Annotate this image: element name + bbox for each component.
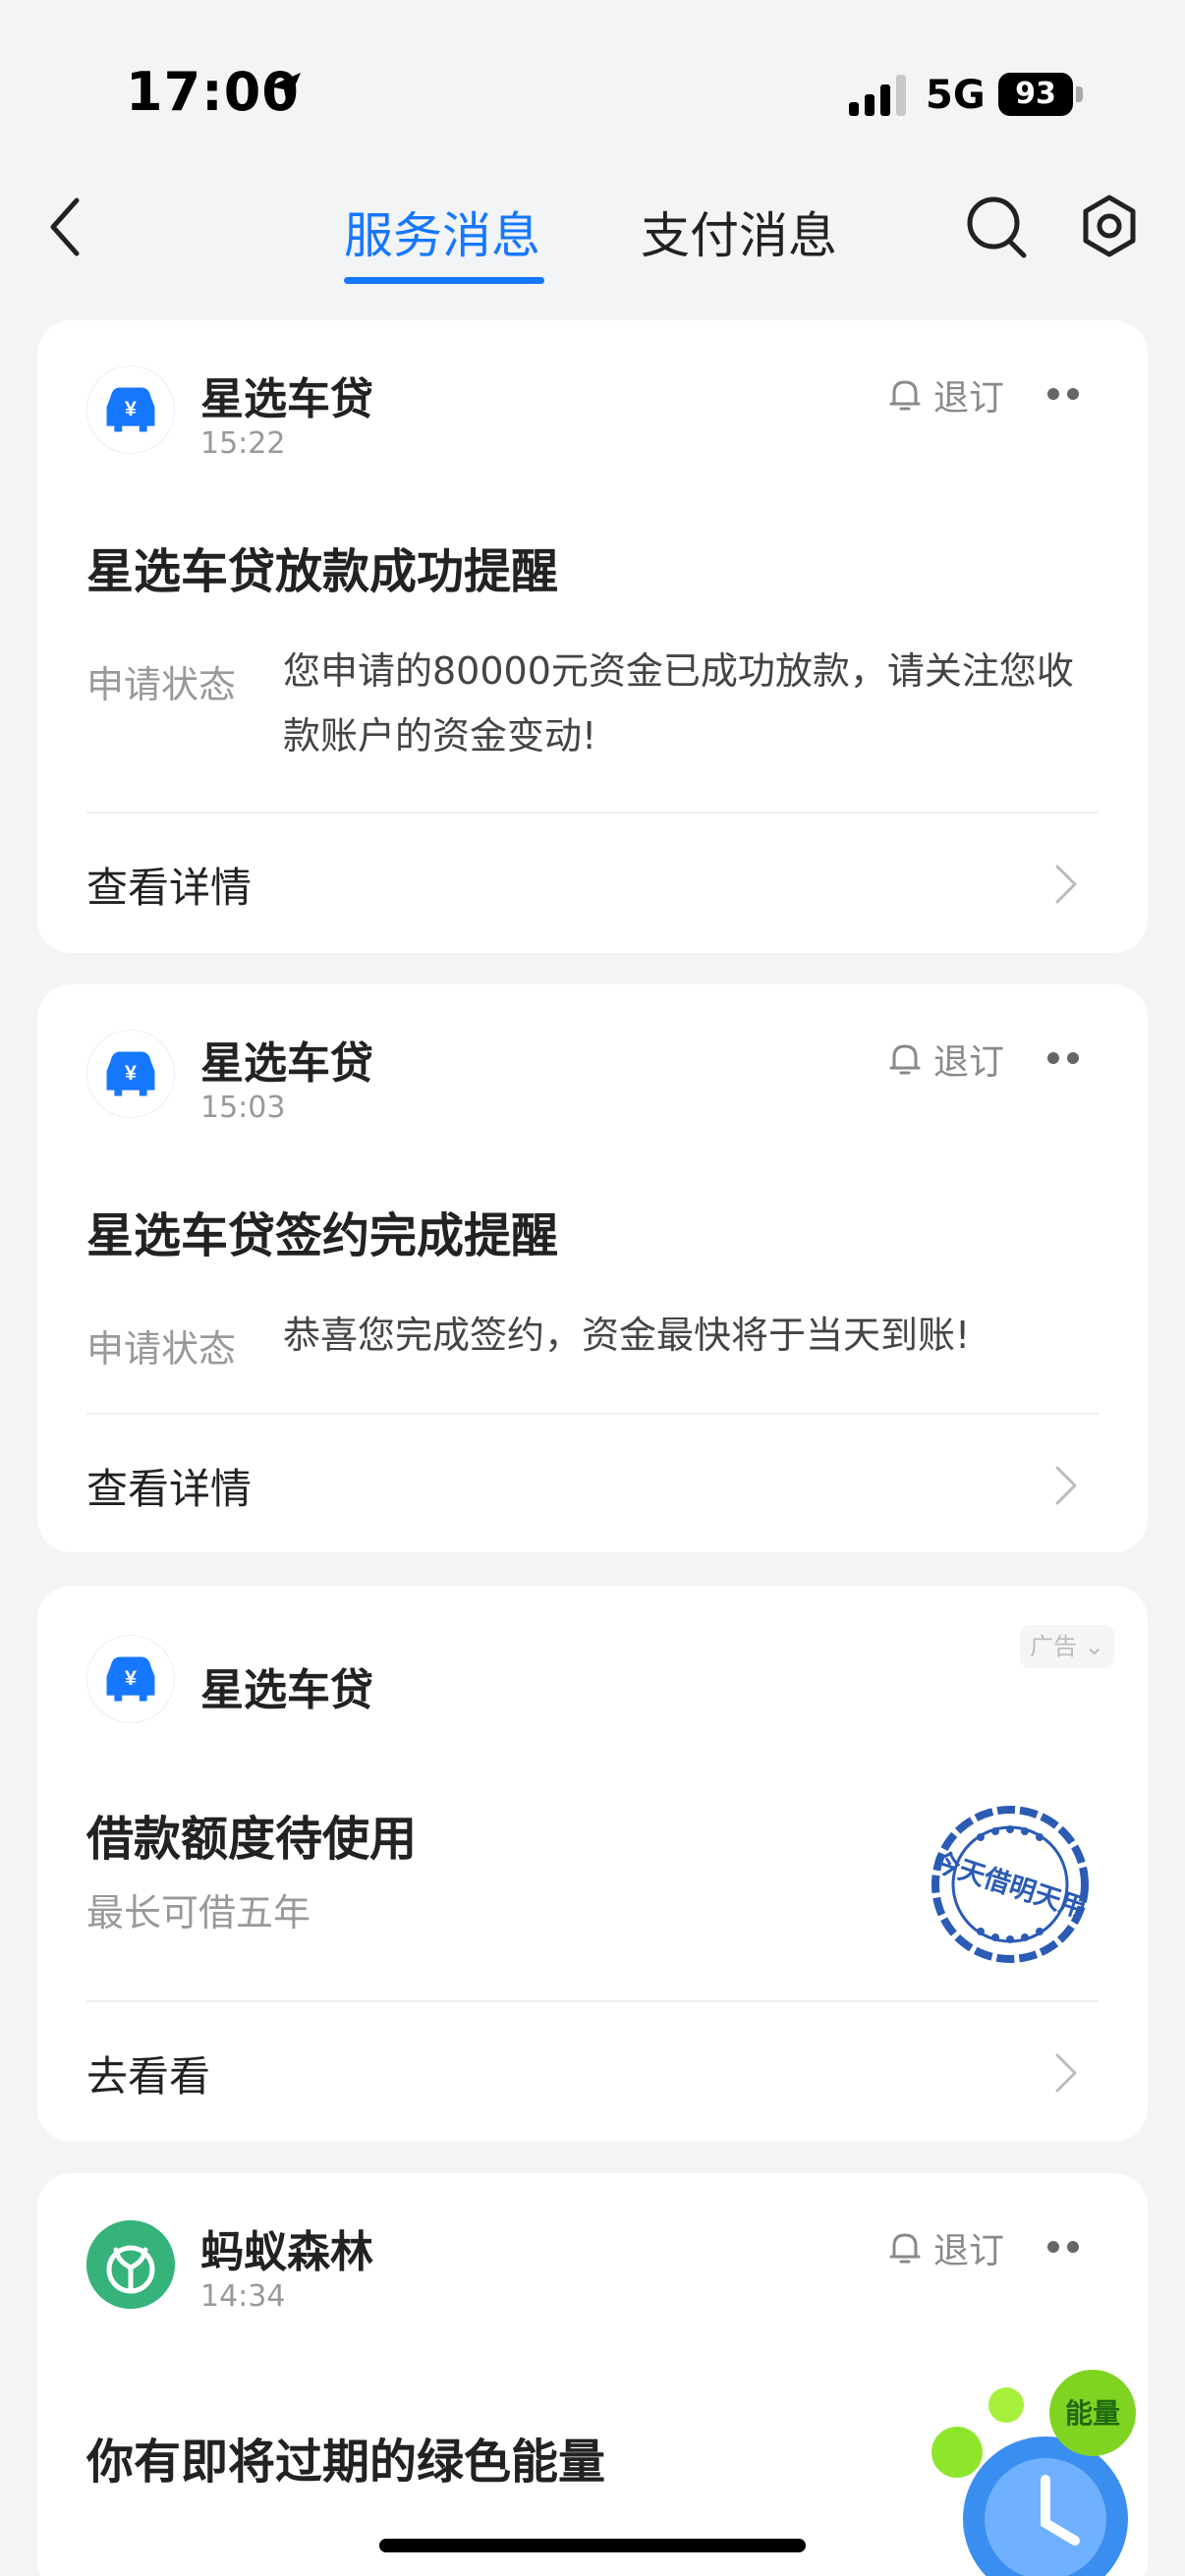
battery-icon: 93 [998,73,1083,116]
search-icon[interactable] [963,191,1032,263]
chevron-right-icon [1055,1466,1077,1505]
car-loan-avatar-icon: ¥ [86,1635,175,1723]
more-icon[interactable] [1045,2240,1081,2254]
status-label: 申请状态 [86,1327,237,1371]
energy-badge-text: 能量 [1065,2397,1120,2430]
message-content: 您申请的80000元资金已成功放款，请关注您收款账户的资金变动! [283,649,1074,757]
go-see-link[interactable]: 去看看 [86,2044,210,2103]
message-subtitle: 最长可借五年 [86,1891,311,1934]
ad-card[interactable]: ¥ 星选车贷 广告 ⌄ 借款额度待使用 最长可借五年 今天借明天用 去看看 [37,1586,1148,2142]
unsubscribe-button[interactable]: 退订 [888,1034,1004,1085]
message-title: 借款额度待使用 [86,1812,418,1867]
network-type: 5G [926,73,986,118]
sender-name: 蚂蚁森林 [200,2227,373,2277]
more-icon[interactable] [1045,387,1081,401]
message-title: 星选车贷签约完成提醒 [86,1208,559,1263]
tab-service-messages[interactable]: 服务消息 [344,196,540,267]
back-icon[interactable] [43,193,92,261]
signal-icon [849,75,906,116]
ant-forest-avatar-icon [86,2220,175,2309]
active-tab-indicator [344,277,544,284]
svg-text:¥: ¥ [125,397,137,420]
home-indicator [379,2539,806,2552]
unsubscribe-label: 退订 [933,2231,1005,2271]
divider [86,1413,1099,1415]
message-time: 15:03 [200,1091,286,1125]
ad-badge[interactable]: 广告 ⌄ [1020,1625,1114,1668]
message-time: 14:34 [200,2279,286,2314]
unsubscribe-button[interactable]: 退订 [888,2222,1004,2273]
bell-icon [889,380,921,411]
message-card[interactable]: ¥ 星选车贷 15:22 退订 星选车贷放款成功提醒 申请状态 您申请的8000… [37,320,1148,953]
sender-name: 星选车贷 [200,1665,373,1715]
view-details-link[interactable]: 查看详情 [86,855,252,915]
chevron-right-icon [1055,865,1077,904]
gear-icon[interactable] [1075,191,1144,263]
chevron-down-icon: ⌄ [1077,1633,1104,1660]
message-title: 你有即将过期的绿色能量 [86,2435,606,2490]
location-arrow-icon [269,73,301,104]
tab-payment-messages[interactable]: 支付消息 [641,196,837,267]
unsubscribe-button[interactable]: 退订 [888,369,1004,420]
svg-text:¥: ¥ [125,1666,137,1690]
energy-clock-icon: 能量 [931,2370,1136,2576]
unsubscribe-label: 退订 [933,1042,1005,1083]
header: 服务消息 支付消息 [0,177,1185,305]
status-label: 申请状态 [86,663,237,706]
message-card[interactable]: ¥ 星选车贷 15:03 退订 星选车贷签约完成提醒 申请状态 恭喜您完成签约，… [37,984,1148,1552]
unsubscribe-label: 退订 [933,378,1005,419]
chevron-right-icon [1055,2053,1077,2093]
status-bar: 17:00 5G 93 [0,0,1185,177]
message-time: 15:22 [200,426,286,461]
more-icon[interactable] [1045,1051,1081,1065]
divider [86,2000,1099,2002]
car-loan-avatar-icon: ¥ [86,365,175,454]
divider [86,812,1099,813]
ad-badge-label: 广告 [1030,1633,1078,1660]
bell-icon [889,2233,921,2264]
message-card[interactable]: 蚂蚁森林 14:34 退订 你有即将过期的绿色能量 能量 [37,2173,1148,2576]
sender-name: 星选车贷 [200,374,373,424]
sender-name: 星选车贷 [200,1038,373,1089]
stamp-icon: 今天借明天用 [930,1806,1091,1963]
message-title: 星选车贷放款成功提醒 [86,544,559,599]
svg-text:¥: ¥ [125,1061,137,1085]
battery-level: 93 [998,73,1073,116]
car-loan-avatar-icon: ¥ [86,1030,175,1118]
view-details-link[interactable]: 查看详情 [86,1456,252,1516]
message-content: 恭喜您完成签约，资金最快将于当天到账! [283,1314,971,1357]
bell-icon [889,1044,921,1075]
